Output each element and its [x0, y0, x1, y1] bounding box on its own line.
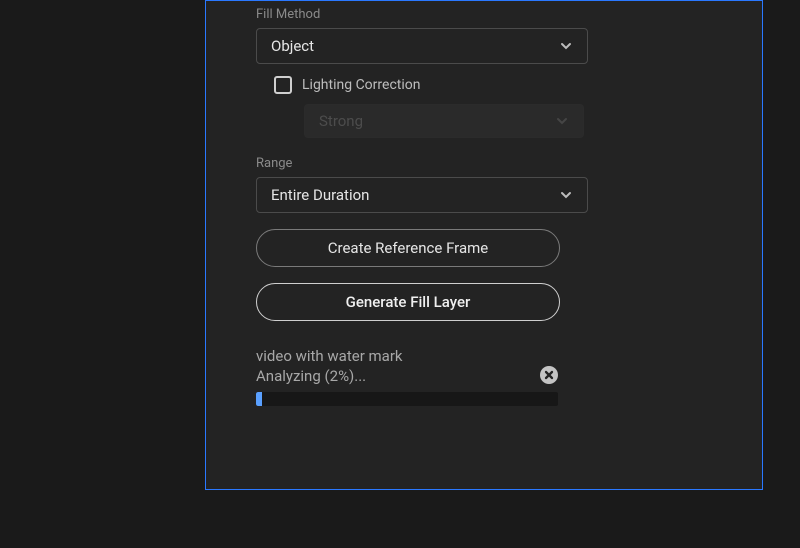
create-ref-label: Create Reference Frame	[328, 239, 488, 257]
lighting-correction-label: Lighting Correction	[302, 77, 420, 93]
range-value: Entire Duration	[271, 186, 369, 204]
progress-fill	[256, 392, 262, 406]
create-reference-frame-button[interactable]: Create Reference Frame	[256, 229, 560, 267]
chevron-down-icon	[559, 39, 573, 53]
generate-fill-label: Generate Fill Layer	[346, 293, 471, 311]
lighting-strength-value: Strong	[319, 112, 363, 130]
progress-bar	[256, 392, 558, 406]
content-aware-fill-panel: Fill Method Object Lighting Correction S…	[205, 0, 763, 490]
lighting-strength-dropdown: Strong	[304, 104, 584, 138]
chevron-down-icon	[559, 188, 573, 202]
fill-method-value: Object	[271, 37, 314, 55]
lighting-correction-checkbox[interactable]	[274, 76, 292, 94]
progress-status: Analyzing (2%)...	[256, 367, 403, 387]
range-label: Range	[256, 156, 722, 171]
cancel-button[interactable]	[540, 366, 558, 384]
fill-method-dropdown[interactable]: Object	[256, 28, 588, 64]
progress-asset-name: video with water mark	[256, 347, 403, 367]
fill-method-label: Fill Method	[256, 7, 722, 22]
range-dropdown[interactable]: Entire Duration	[256, 177, 588, 213]
chevron-down-icon	[555, 114, 569, 128]
close-icon	[544, 370, 554, 380]
generate-fill-layer-button[interactable]: Generate Fill Layer	[256, 283, 560, 321]
progress-block: video with water mark Analyzing (2%)...	[256, 347, 558, 406]
